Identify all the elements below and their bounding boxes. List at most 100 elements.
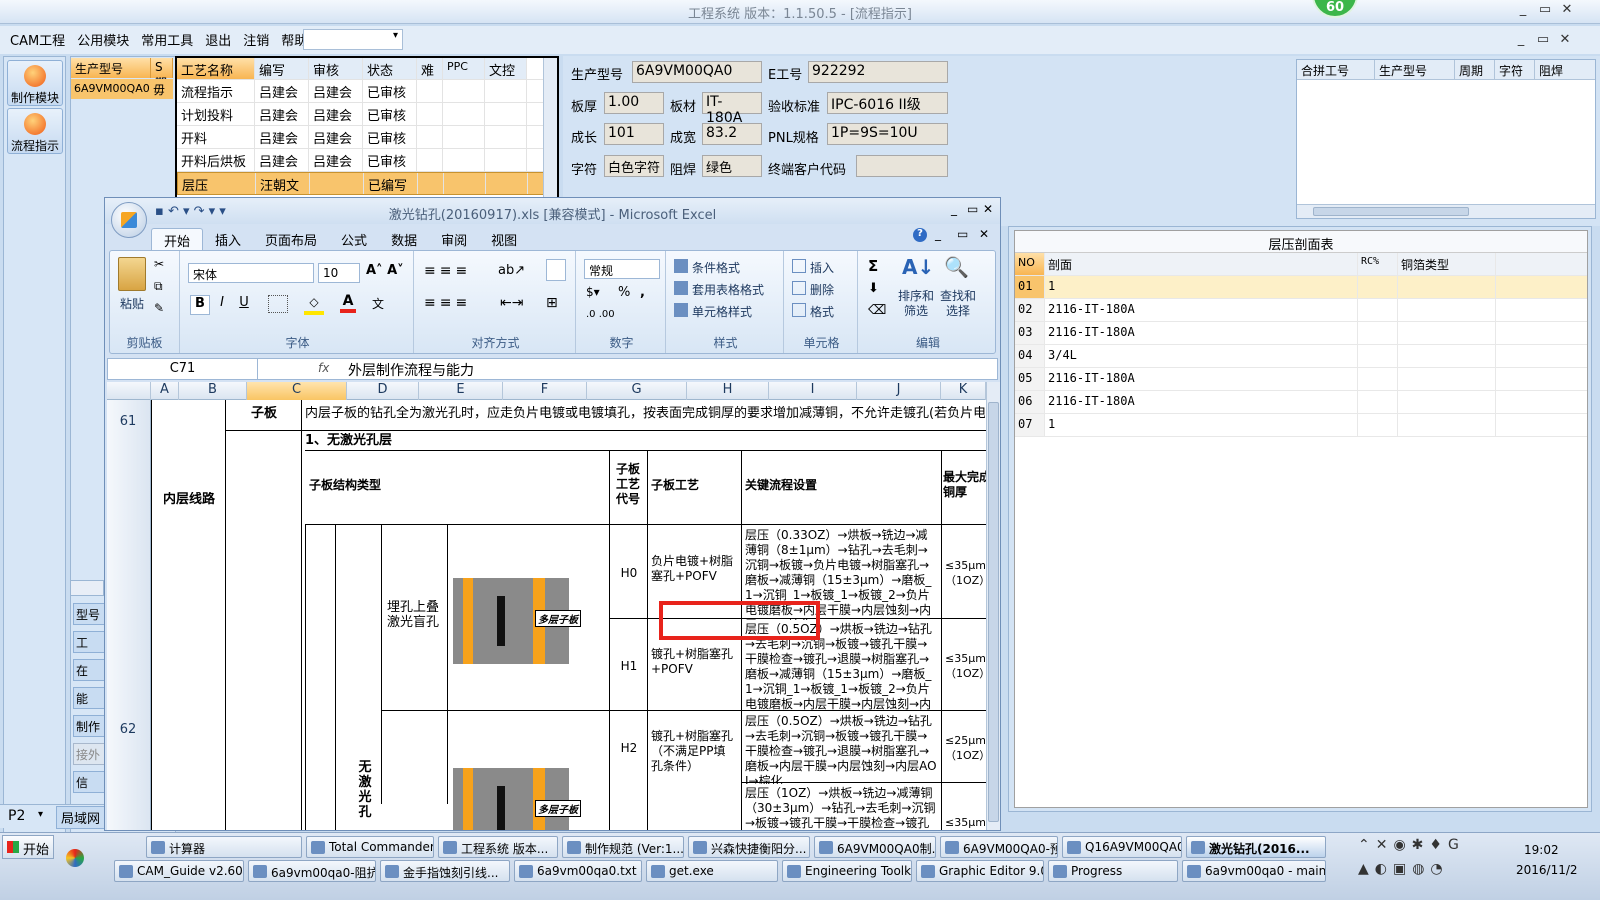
tray-icons-2[interactable]: ▲◐▣◍◔ bbox=[1358, 861, 1478, 881]
clock-date[interactable]: 2016/11/2 bbox=[1516, 863, 1578, 877]
table-row[interactable]: 计划投料 吕建会 吕建会 已审核 bbox=[177, 103, 557, 126]
table-format-button[interactable]: 套用表格格式 bbox=[692, 281, 764, 298]
horizontal-align-icons[interactable]: ≡≡≡ bbox=[424, 295, 471, 311]
find-select-button[interactable]: 查找和 选择 bbox=[940, 289, 976, 319]
select-all-corner[interactable] bbox=[107, 382, 151, 400]
fill-color-icon[interactable]: ◇ bbox=[304, 295, 324, 315]
delete-cells-button[interactable]: 删除 bbox=[810, 281, 834, 298]
worksheet[interactable]: 子板 内层子板的钻孔全为激光孔时，应走负片电镀或电镀填孔，按表面完成铜厚的要求增加… bbox=[151, 400, 986, 830]
help-icon[interactable]: ? bbox=[913, 228, 927, 242]
layer-row[interactable]: 03 2116-IT-180A bbox=[1015, 322, 1587, 345]
field-soldermask[interactable]: 绿色 bbox=[702, 155, 762, 177]
sort-filter-button[interactable]: 排序和 筛选 bbox=[898, 289, 934, 319]
row-header-62[interactable]: 62 bbox=[107, 722, 149, 737]
mdi-restore-button[interactable]: ▭ bbox=[1532, 32, 1554, 52]
menu-logout[interactable]: 注销 bbox=[237, 30, 275, 49]
taskbar-item[interactable]: 6a9vm00qa0 - main... bbox=[1182, 860, 1326, 882]
column-header[interactable]: C bbox=[247, 382, 347, 400]
header-doc-control[interactable]: 文控 bbox=[485, 58, 527, 79]
taskbar-item[interactable]: 计算器 bbox=[146, 836, 302, 858]
format-painter-icon[interactable]: ✎ bbox=[154, 301, 164, 315]
format-cells-button[interactable]: 格式 bbox=[810, 303, 834, 320]
column-header[interactable]: E bbox=[419, 382, 503, 400]
name-box[interactable]: C71 bbox=[108, 359, 258, 379]
italic-button[interactable]: I bbox=[212, 295, 232, 315]
comma-button[interactable]: , bbox=[640, 285, 645, 300]
taskbar-item[interactable]: 制作规范 (Ver:1.... bbox=[562, 836, 684, 858]
taskbar-item[interactable]: 6a9vm00qa0.txt - ... bbox=[514, 860, 642, 882]
column-header[interactable]: H bbox=[687, 382, 769, 400]
column-header[interactable]: J bbox=[857, 382, 941, 400]
layer-row[interactable]: 04 3/4L bbox=[1015, 345, 1587, 368]
copy-icon[interactable]: ⧉ bbox=[154, 279, 163, 294]
field-e-number[interactable]: 922292 bbox=[808, 61, 948, 83]
percent-button[interactable]: % bbox=[618, 285, 630, 300]
chevron-down-icon[interactable]: ▾ bbox=[38, 809, 43, 820]
border-icon[interactable] bbox=[268, 295, 288, 313]
taskbar-item[interactable]: Q16A9VM00QA0... bbox=[1062, 836, 1182, 858]
orientation-icon[interactable]: ab↗ bbox=[498, 263, 525, 278]
formula-input[interactable]: 外层制作流程与能力 bbox=[348, 360, 474, 380]
column-header[interactable]: G bbox=[587, 382, 687, 400]
field-pnl[interactable]: 1P=9S=10U bbox=[827, 123, 948, 145]
paste-icon[interactable] bbox=[118, 257, 146, 291]
column-header[interactable]: A bbox=[151, 382, 179, 400]
h-scrollbar[interactable] bbox=[1297, 204, 1595, 218]
header-period[interactable]: 周期 bbox=[1455, 60, 1495, 79]
field-acceptance[interactable]: IPC-6016 II级 bbox=[827, 92, 948, 114]
side-item-wip[interactable]: 在 bbox=[73, 659, 105, 681]
insert-cells-button[interactable]: 插入 bbox=[810, 259, 834, 276]
v-scrollbar[interactable] bbox=[543, 58, 557, 200]
minimize-button[interactable]: _ bbox=[1512, 2, 1534, 22]
layer-row[interactable]: 01 1 bbox=[1015, 276, 1587, 299]
bold-button[interactable]: B bbox=[190, 295, 210, 315]
side-item-capability[interactable]: 能 bbox=[73, 687, 105, 709]
column-header[interactable]: B bbox=[179, 382, 247, 400]
header-section[interactable]: 剖面 bbox=[1045, 253, 1358, 275]
table-row[interactable]: 开料 吕建会 吕建会 已审核 bbox=[177, 126, 557, 149]
h-scrollbar[interactable] bbox=[70, 580, 104, 596]
header-comb-model[interactable]: 生产型号 bbox=[1375, 60, 1455, 79]
layer-row[interactable]: 05 2116-IT-180A bbox=[1015, 368, 1587, 391]
number-format-select[interactable]: 常规 bbox=[584, 259, 660, 279]
field-thickness[interactable]: 1.00 bbox=[604, 92, 664, 114]
side-item-info[interactable]: 信 bbox=[73, 771, 105, 793]
nav-production-button[interactable]: 制作模块 bbox=[7, 60, 63, 106]
nav-process-button[interactable]: 流程指示 bbox=[7, 108, 63, 154]
field-material[interactable]: IT-180A bbox=[702, 92, 762, 126]
mdi-minimize-button[interactable]: _ bbox=[1510, 32, 1532, 52]
taskbar-item[interactable]: 激光钻孔(2016... bbox=[1186, 836, 1326, 858]
side-item-work[interactable]: 工 bbox=[73, 631, 105, 653]
side-item-model[interactable]: 型号 bbox=[73, 603, 105, 625]
taskbar-item[interactable]: CAM_Guide v2.60 bbox=[114, 860, 244, 882]
font-grow-icon[interactable]: A˄ A˅ bbox=[366, 263, 404, 278]
underline-button[interactable]: U bbox=[234, 295, 254, 315]
header-rc[interactable]: RC% bbox=[1358, 253, 1398, 275]
app-launcher-icon[interactable] bbox=[66, 849, 84, 867]
indent-icons[interactable]: ⇤⇥ bbox=[500, 295, 523, 311]
field-legend[interactable]: 白色字符 bbox=[604, 155, 664, 177]
fill-icon[interactable]: ⬇ bbox=[868, 281, 879, 296]
menu-exit[interactable]: 退出 bbox=[199, 30, 237, 49]
layer-row[interactable]: 06 2116-IT-180A bbox=[1015, 391, 1587, 414]
field-length[interactable]: 101 bbox=[604, 123, 664, 145]
table-row[interactable]: 流程指示 吕建会 吕建会 已审核 bbox=[177, 80, 557, 103]
maximize-button[interactable]: ▭ bbox=[1534, 2, 1556, 22]
column-header[interactable]: K bbox=[941, 382, 986, 400]
cell-style-button[interactable]: 单元格样式 bbox=[692, 303, 752, 320]
header-combine-no[interactable]: 合拼工号 bbox=[1297, 60, 1375, 79]
excel-v-scrollbar[interactable] bbox=[986, 382, 1000, 830]
book-restore-button[interactable]: ▭ bbox=[957, 227, 968, 241]
header-s[interactable]: S期 bbox=[151, 58, 173, 90]
taskbar-item[interactable]: get.exe bbox=[646, 860, 778, 882]
close-button[interactable]: ✕ bbox=[1556, 2, 1578, 22]
autosum-button[interactable]: Σ bbox=[868, 257, 878, 275]
header-ppc[interactable]: PPC bbox=[443, 58, 485, 79]
menu-cam[interactable]: CAM工程 bbox=[4, 30, 71, 49]
conditional-format-button[interactable]: 条件格式 bbox=[692, 259, 740, 276]
paste-button[interactable]: 粘贴 bbox=[120, 295, 144, 312]
excel-minimize-button[interactable]: _ bbox=[951, 202, 957, 216]
header-reviewer[interactable]: 审核 bbox=[309, 58, 363, 79]
header-process-name[interactable]: 工艺名称 bbox=[177, 58, 255, 79]
clear-icon[interactable]: ⌫ bbox=[868, 303, 886, 318]
